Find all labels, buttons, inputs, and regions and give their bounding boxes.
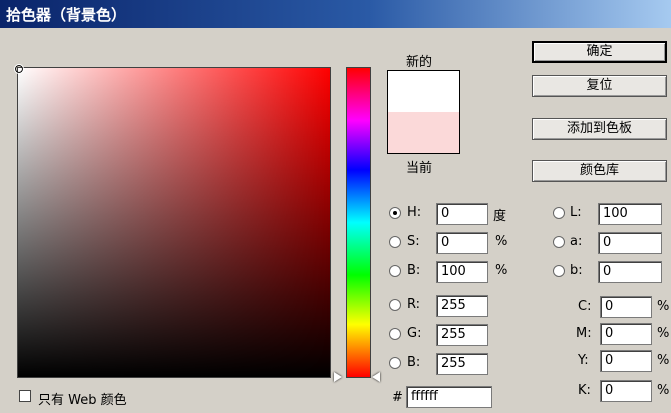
lab-l-label: L: xyxy=(570,205,582,220)
black-label: K: xyxy=(578,383,591,398)
lab-a-radio[interactable] xyxy=(553,236,565,248)
saturation-radio[interactable] xyxy=(389,236,401,248)
color-preview xyxy=(387,70,460,154)
hex-input[interactable]: ffffff xyxy=(406,386,492,408)
brightness-unit: % xyxy=(495,263,508,278)
lab-l-radio[interactable] xyxy=(553,207,565,219)
yellow-label: Y: xyxy=(578,353,589,368)
yellow-input[interactable]: 0 xyxy=(600,350,652,372)
color-libraries-button[interactable]: 颜色库 xyxy=(532,160,667,182)
web-colors-only-label: 只有 Web 颜色 xyxy=(38,393,127,408)
hue-unit: 度 xyxy=(493,209,507,224)
green-input[interactable]: 255 xyxy=(436,324,488,346)
lab-b-label: b: xyxy=(570,263,583,278)
red-radio[interactable] xyxy=(389,299,401,311)
yellow-unit: % xyxy=(657,353,670,368)
brightness-radio[interactable] xyxy=(389,265,401,277)
red-label: R: xyxy=(407,297,421,312)
web-colors-only-checkbox[interactable] xyxy=(19,390,31,402)
green-label: G: xyxy=(407,326,422,341)
lab-b-radio[interactable] xyxy=(553,265,565,277)
hue-slider[interactable] xyxy=(346,67,371,378)
lab-a-input[interactable]: 0 xyxy=(598,232,662,254)
lab-b-input[interactable]: 0 xyxy=(598,261,662,283)
hue-slider-right-handle[interactable] xyxy=(372,372,380,382)
blue-radio[interactable] xyxy=(389,357,401,369)
black-input[interactable]: 0 xyxy=(600,380,652,402)
hue-label: H: xyxy=(407,205,422,220)
magenta-unit: % xyxy=(657,326,670,341)
saturation-input[interactable]: 0 xyxy=(436,232,488,254)
red-input[interactable]: 255 xyxy=(436,295,488,317)
blue-input[interactable]: 255 xyxy=(436,353,488,375)
new-color-swatch xyxy=(388,71,459,112)
color-field-cursor[interactable] xyxy=(14,64,24,74)
hue-slider-left-handle[interactable] xyxy=(334,372,342,382)
saturation-unit: % xyxy=(495,234,508,249)
window-title: 拾色器（背景色） xyxy=(6,6,127,24)
current-color-label: 当前 xyxy=(406,161,433,176)
brightness-label: B: xyxy=(407,263,421,278)
saturation-label: S: xyxy=(407,234,420,249)
title-bar: 拾色器（背景色） xyxy=(0,0,671,28)
hex-label: # xyxy=(392,390,403,405)
hue-radio[interactable] xyxy=(389,207,401,219)
cyan-unit: % xyxy=(657,299,670,314)
ok-button[interactable]: 确定 xyxy=(532,41,667,63)
reset-button[interactable]: 复位 xyxy=(532,75,667,97)
green-radio[interactable] xyxy=(389,328,401,340)
current-color-swatch[interactable] xyxy=(388,112,459,153)
magenta-label: M: xyxy=(576,326,592,341)
lab-l-input[interactable]: 100 xyxy=(598,203,662,225)
cyan-label: C: xyxy=(578,299,592,314)
hue-input[interactable]: 0 xyxy=(436,203,488,225)
new-color-label: 新的 xyxy=(406,55,433,70)
color-field[interactable] xyxy=(14,64,331,378)
cyan-input[interactable]: 0 xyxy=(600,296,652,318)
brightness-input[interactable]: 100 xyxy=(436,261,488,283)
blue-label: B: xyxy=(407,355,421,370)
magenta-input[interactable]: 0 xyxy=(600,323,652,345)
black-unit: % xyxy=(657,383,670,398)
add-to-swatches-button[interactable]: 添加到色板 xyxy=(532,118,667,140)
lab-a-label: a: xyxy=(570,234,583,249)
